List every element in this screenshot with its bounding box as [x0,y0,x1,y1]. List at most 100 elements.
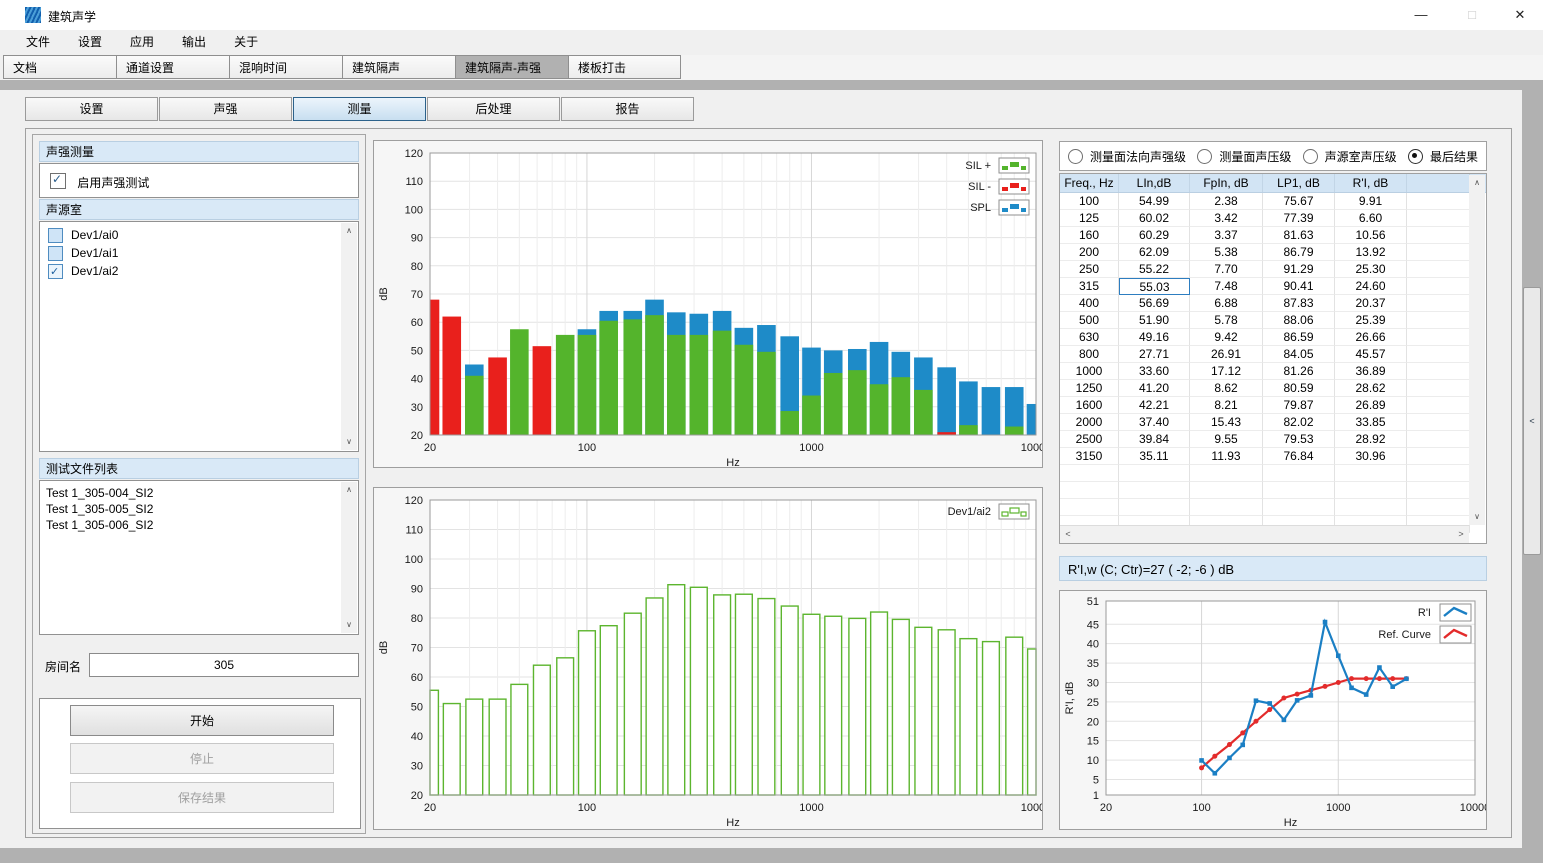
table-cell[interactable] [1407,278,1470,295]
scroll-down-icon[interactable]: ∨ [341,617,357,633]
table-cell[interactable]: 400 [1060,295,1119,312]
scroll-down-icon[interactable]: ∨ [1469,509,1485,525]
table-cell[interactable]: 200 [1060,244,1119,261]
table-cell[interactable]: 11.93 [1190,448,1263,465]
table-cell[interactable]: 42.21 [1119,397,1190,414]
test-file-item[interactable]: Test 1_305-006_SI2 [40,517,358,533]
table-cell[interactable]: 39.84 [1119,431,1190,448]
sub-tab[interactable]: 测量 [293,97,426,121]
radio-option[interactable]: 测量面法向声强级 [1068,148,1186,165]
table-cell[interactable]: 30.96 [1335,448,1407,465]
room-name-input[interactable] [89,653,359,677]
radio-option[interactable]: 测量面声压级 [1197,148,1291,165]
table-cell[interactable]: 800 [1060,346,1119,363]
main-tab[interactable]: 建筑隔声-声强 [455,55,568,79]
table-cell[interactable]: 1600 [1060,397,1119,414]
table-vscrollbar[interactable]: ∧∨ [1469,175,1485,525]
channel-checkbox[interactable] [48,264,63,279]
table-cell[interactable] [1407,244,1470,261]
radio-icon[interactable] [1068,149,1083,164]
table-cell[interactable]: 41.20 [1119,380,1190,397]
sub-tab[interactable]: 报告 [561,97,694,121]
table-cell[interactable]: 86.79 [1263,244,1335,261]
scroll-up-icon[interactable]: ∧ [341,223,357,239]
table-cell[interactable]: 36.89 [1335,363,1407,380]
table-cell[interactable] [1407,346,1470,363]
table-cell[interactable] [1407,329,1470,346]
enable-intensity-checkbox[interactable] [50,173,66,189]
table-cell[interactable] [1407,414,1470,431]
table-cell[interactable]: 60.02 [1119,210,1190,227]
table-cell[interactable] [1407,431,1470,448]
start-button[interactable]: 开始 [70,705,334,736]
channel-list-scrollbar[interactable]: ∧ ∨ [341,223,357,450]
channel-item[interactable]: Dev1/ai0 [40,226,358,244]
scroll-up-icon[interactable]: ∧ [341,482,357,498]
table-cell[interactable]: 80.59 [1263,380,1335,397]
table-cell[interactable]: 33.85 [1335,414,1407,431]
table-cell[interactable]: 24.60 [1335,278,1407,295]
file-list-scrollbar[interactable]: ∧ ∨ [341,482,357,633]
table-cell[interactable] [1407,210,1470,227]
table-cell[interactable]: 55.22 [1119,261,1190,278]
channel-checkbox[interactable] [48,228,63,243]
table-cell[interactable]: 2500 [1060,431,1119,448]
maximize-button[interactable]: □ [1449,0,1495,30]
table-cell[interactable] [1407,397,1470,414]
scroll-right-icon[interactable]: > [1453,526,1469,543]
table-cell[interactable]: 26.66 [1335,329,1407,346]
table-cell[interactable]: 15.43 [1190,414,1263,431]
table-cell[interactable]: 7.70 [1190,261,1263,278]
table-cell[interactable]: 51.90 [1119,312,1190,329]
table-cell[interactable]: 35.11 [1119,448,1190,465]
table-cell[interactable]: 86.59 [1263,329,1335,346]
table-cell[interactable]: 250 [1060,261,1119,278]
radio-option[interactable]: 最后结果 [1408,148,1478,165]
table-cell[interactable] [1407,380,1470,397]
test-file-item[interactable]: Test 1_305-005_SI2 [40,501,358,517]
table-cell[interactable]: 79.53 [1263,431,1335,448]
table-cell[interactable]: 76.84 [1263,448,1335,465]
table-cell[interactable]: 91.29 [1263,261,1335,278]
table-cell[interactable]: 160 [1060,227,1119,244]
table-cell[interactable]: 3150 [1060,448,1119,465]
scroll-down-icon[interactable]: ∨ [341,434,357,450]
table-cell[interactable]: 8.62 [1190,380,1263,397]
table-cell[interactable]: 10.56 [1335,227,1407,244]
table-cell[interactable]: 54.99 [1119,193,1190,210]
main-tab[interactable]: 通道设置 [116,55,229,79]
menu-item-2[interactable]: 设置 [64,30,116,55]
radio-icon[interactable] [1197,149,1212,164]
menu-item-4[interactable]: 输出 [168,30,220,55]
table-cell[interactable] [1407,363,1470,380]
minimize-button[interactable]: — [1398,0,1444,30]
table-cell[interactable]: 9.55 [1190,431,1263,448]
table-cell[interactable]: 1250 [1060,380,1119,397]
main-tab[interactable]: 建筑隔声 [342,55,455,79]
table-cell[interactable]: 2000 [1060,414,1119,431]
table-cell[interactable] [1407,448,1470,465]
table-cell[interactable]: 27.71 [1119,346,1190,363]
enable-intensity-checkbox-row[interactable]: 启用声强测试 [50,173,358,191]
table-cell[interactable]: 20.37 [1335,295,1407,312]
table-cell[interactable]: 84.05 [1263,346,1335,363]
channel-checkbox[interactable] [48,246,63,261]
table-cell[interactable]: 17.12 [1190,363,1263,380]
table-cell[interactable]: 1000 [1060,363,1119,380]
menu-item-1[interactable]: 文件 [12,30,64,55]
table-cell[interactable]: 9.42 [1190,329,1263,346]
table-cell[interactable]: 100 [1060,193,1119,210]
test-file-item[interactable]: Test 1_305-004_SI2 [40,485,358,501]
main-tab[interactable]: 混响时间 [229,55,342,79]
table-cell[interactable]: 56.69 [1119,295,1190,312]
table-cell[interactable]: 26.91 [1190,346,1263,363]
main-tab[interactable]: 楼板打击 [568,55,681,79]
table-cell[interactable]: 500 [1060,312,1119,329]
table-cell[interactable]: 87.83 [1263,295,1335,312]
table-cell[interactable]: 5.38 [1190,244,1263,261]
table-cell[interactable]: 90.41 [1263,278,1335,295]
table-cell[interactable]: 3.37 [1190,227,1263,244]
table-cell[interactable]: 9.91 [1335,193,1407,210]
menu-item-5[interactable]: 关于 [220,30,272,55]
table-cell[interactable]: 81.26 [1263,363,1335,380]
